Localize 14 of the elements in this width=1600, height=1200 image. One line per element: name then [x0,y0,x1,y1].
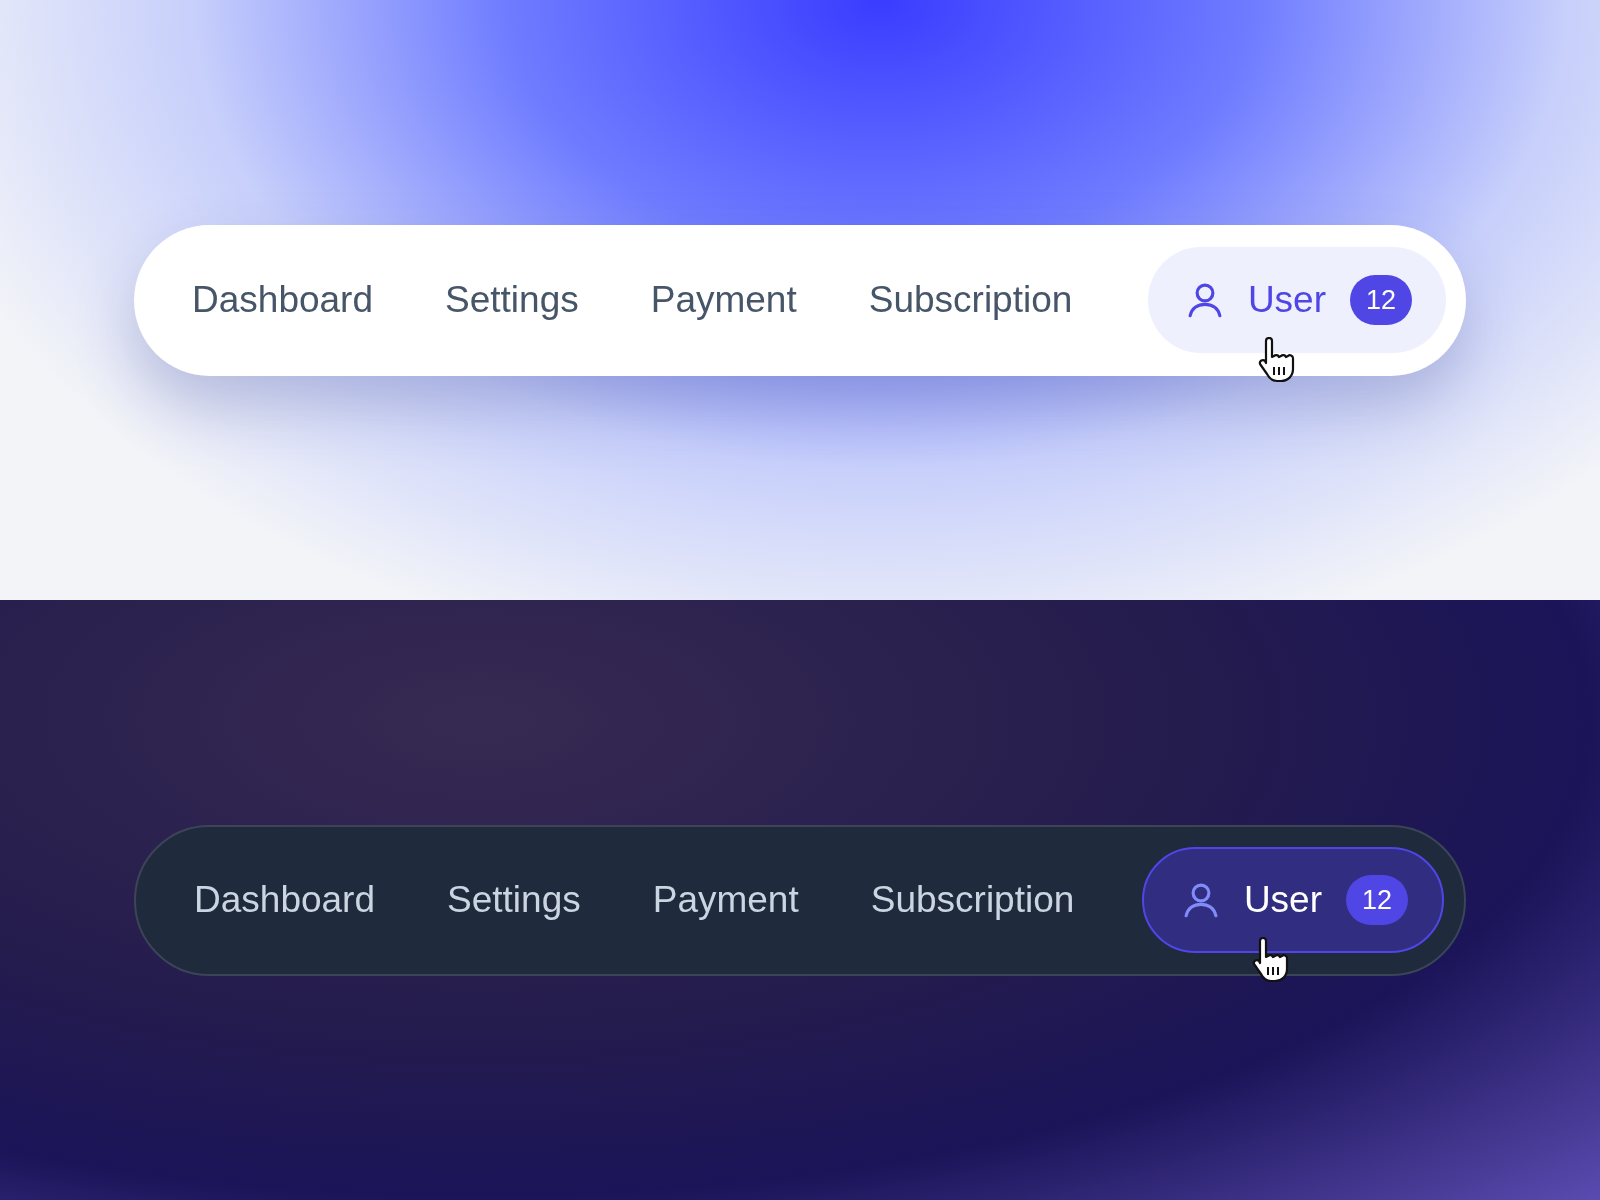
nav-tab[interactable]: Payment [630,872,821,928]
user-tab[interactable]: User 12 [1147,247,1446,353]
nav-tab[interactable]: Subscription [848,872,1097,928]
nav-tab[interactable]: Dashboard [170,272,395,328]
nav-tab[interactable]: Subscription [846,272,1095,328]
count-badge: 12 [1350,275,1412,325]
user-label: User [1243,878,1322,923]
nav-tab[interactable]: Settings [425,872,603,928]
nav-tab[interactable]: Settings [423,272,601,328]
nav-tab[interactable]: Payment [628,272,819,328]
user-tab[interactable]: User 12 [1141,847,1444,953]
nav-tab[interactable]: Dashboard [172,872,397,928]
count-badge: 12 [1346,875,1408,925]
user-label: User [1247,278,1326,323]
